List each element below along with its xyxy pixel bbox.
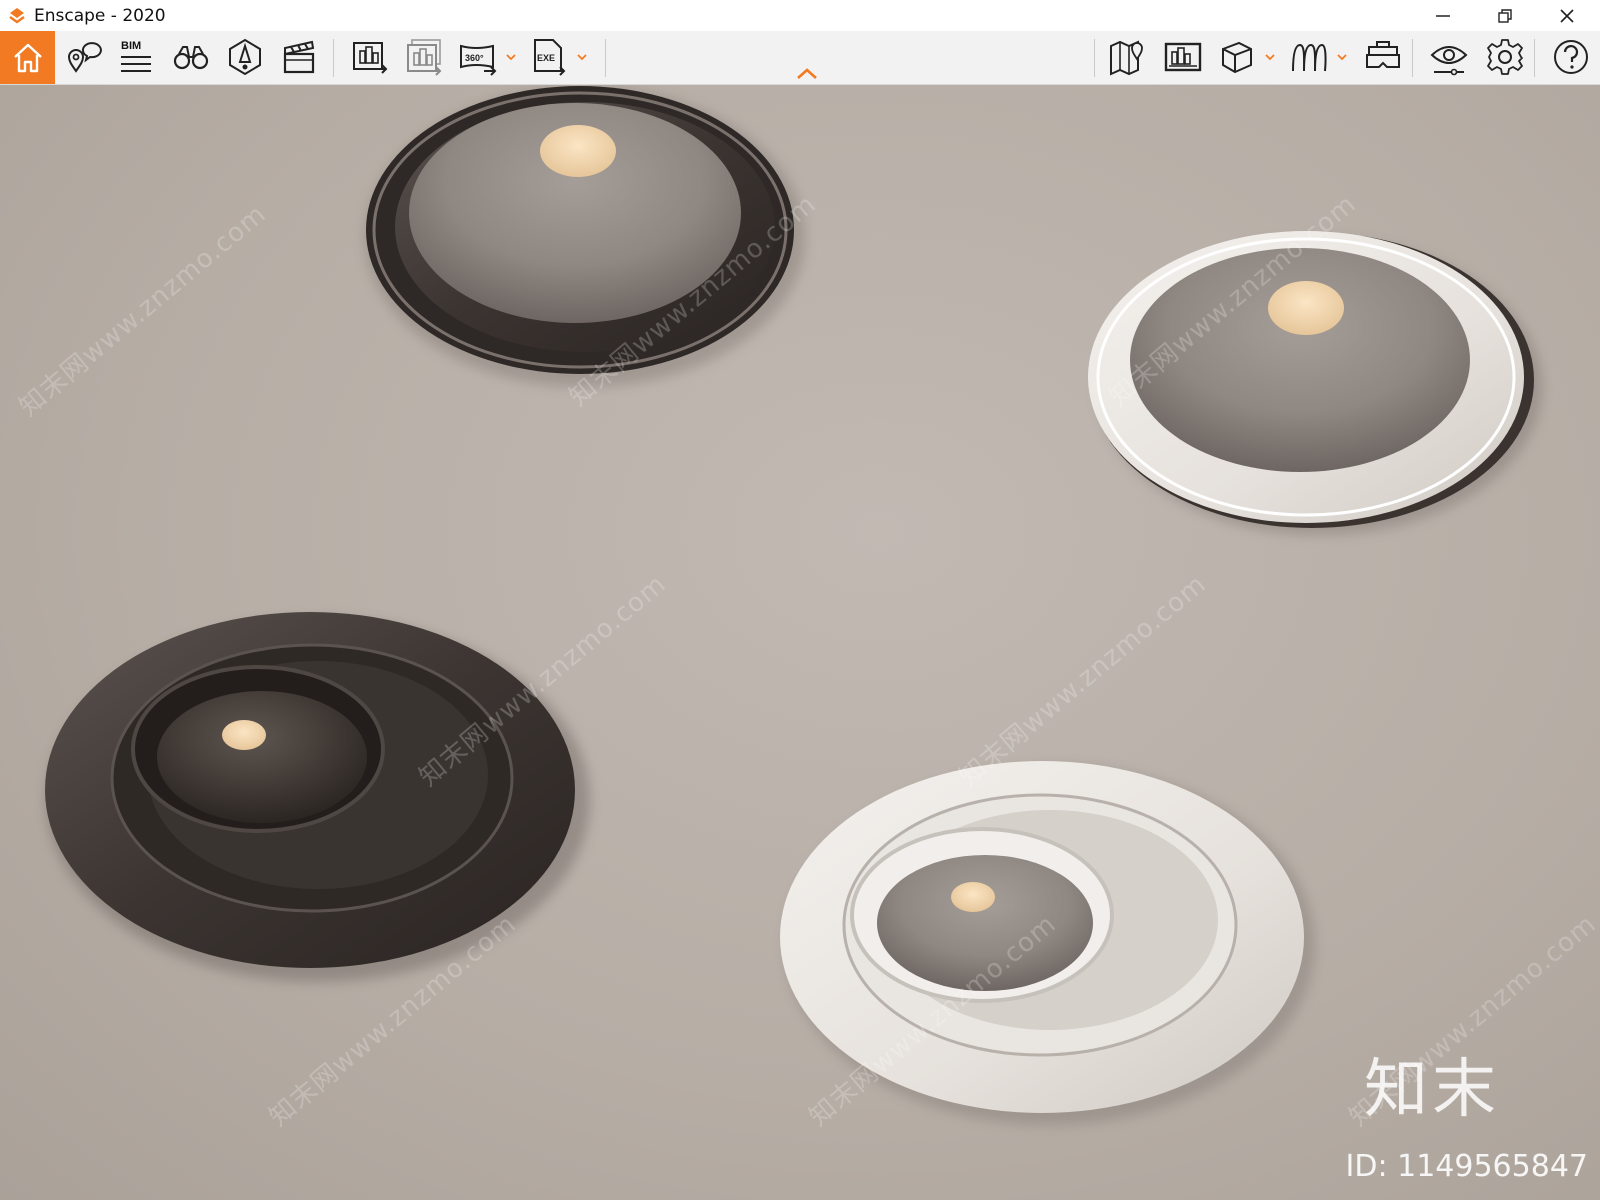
minimize-icon	[1436, 14, 1450, 17]
title-bar: Enscape - 2020	[0, 0, 1600, 31]
bim-info-button[interactable]: BIM	[112, 34, 158, 80]
visual-settings-button[interactable]	[1426, 34, 1472, 80]
render-viewport[interactable]: 知末网www.znzmo.com 知末网www.znzmo.com 知末网www…	[0, 85, 1600, 1200]
toolbar-separator	[1412, 39, 1413, 77]
chevron-down-icon[interactable]	[576, 51, 588, 63]
enscape-logo-icon	[9, 7, 25, 23]
collapse-toolbar-chevron-up-icon[interactable]	[796, 66, 818, 80]
navigation-mode-button[interactable]	[222, 34, 268, 80]
bim-info-icon: BIM	[121, 40, 151, 72]
vr-headset-icon	[1366, 41, 1400, 68]
panorama-button[interactable]: 360°	[455, 34, 501, 80]
material-editor-button[interactable]	[1286, 34, 1332, 80]
visual-settings-eye-icon	[1430, 46, 1468, 76]
chevron-down-icon[interactable]	[1336, 51, 1348, 63]
help-button[interactable]	[1548, 34, 1594, 80]
brand-watermark: 知末	[1364, 1053, 1500, 1127]
batch-render-icon	[407, 39, 442, 76]
cube-view-icon	[1222, 41, 1252, 74]
asset-library-button[interactable]	[1160, 34, 1206, 80]
material-editor-icon	[1292, 43, 1327, 72]
asset-library-icon	[1164, 42, 1202, 72]
cube-view-button[interactable]	[1214, 34, 1260, 80]
location-pin-chat-icon	[67, 42, 102, 73]
toolbar-separator	[1094, 39, 1095, 77]
chevron-down-icon[interactable]	[505, 51, 517, 63]
badge-360: 360°	[465, 53, 484, 63]
restore-icon	[1498, 8, 1512, 23]
toolbar-separator	[1534, 39, 1535, 77]
vr-headset-button[interactable]	[1360, 34, 1406, 80]
clapperboard-icon	[283, 40, 315, 74]
exe-export-icon: EXE	[534, 39, 566, 76]
annotation-button[interactable]	[60, 34, 106, 80]
toolbar-separator	[605, 39, 606, 77]
help-icon	[1554, 40, 1588, 74]
binoculars-icon	[173, 46, 209, 70]
navigation-mode-icon	[229, 38, 261, 76]
panorama-360-icon: 360°	[460, 44, 497, 76]
close-icon	[1560, 8, 1574, 23]
image-id-label: ID: 1149565847	[1345, 1149, 1588, 1184]
window-title: Enscape - 2020	[34, 5, 166, 26]
close-button[interactable]	[1536, 0, 1598, 31]
bim-label: BIM	[121, 40, 141, 52]
minimize-button[interactable]	[1412, 0, 1474, 31]
video-editor-button[interactable]	[276, 34, 322, 80]
map-button[interactable]	[1104, 34, 1150, 80]
batch-render-button[interactable]	[401, 34, 447, 80]
home-button[interactable]	[0, 31, 55, 84]
toolbar-separator	[333, 39, 334, 77]
map-icon	[1110, 40, 1143, 76]
restore-button[interactable]	[1474, 0, 1536, 31]
walk-mode-button[interactable]	[168, 34, 214, 80]
render-image-button[interactable]	[347, 34, 393, 80]
badge-exe: EXE	[537, 53, 555, 63]
settings-button[interactable]	[1482, 34, 1528, 80]
home-icon	[13, 43, 42, 72]
settings-gear-icon	[1487, 39, 1523, 75]
render-image-export-icon	[353, 42, 388, 74]
chevron-down-icon[interactable]	[1264, 51, 1276, 63]
scene-render	[45, 86, 1542, 1125]
export-exe-button[interactable]: EXE	[526, 34, 572, 80]
